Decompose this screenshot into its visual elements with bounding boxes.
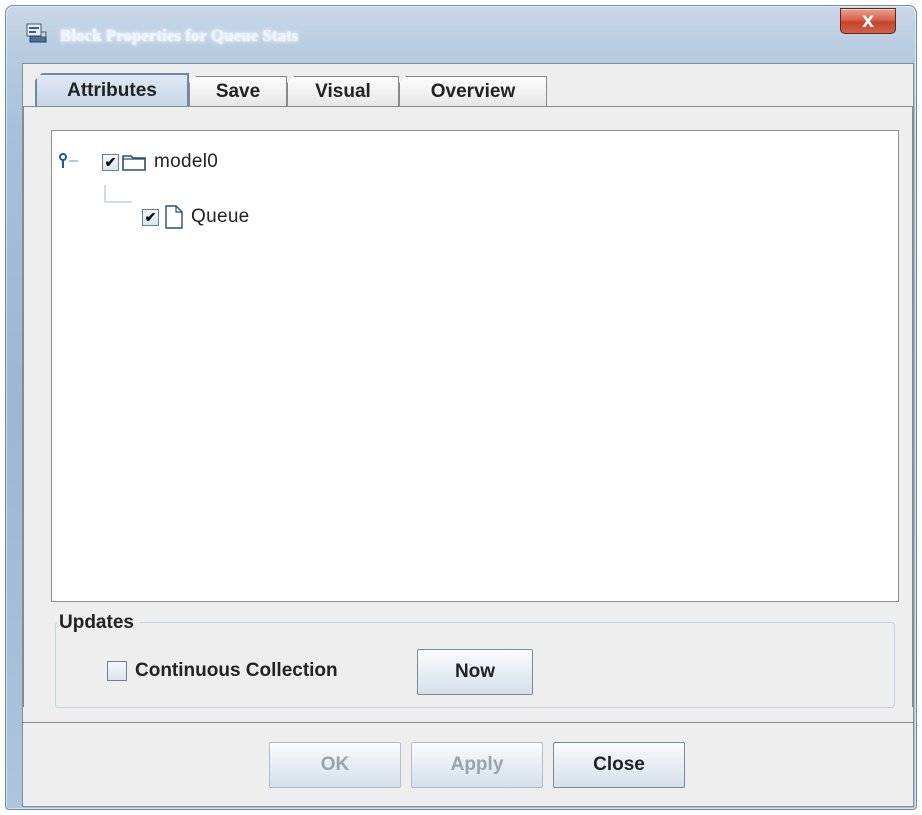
tree-connector: [104, 185, 132, 203]
file-icon: [165, 205, 183, 229]
tab-visual[interactable]: Visual: [287, 76, 399, 106]
model0-checkbox[interactable]: ✔: [102, 153, 119, 171]
tree-node-queue[interactable]: ✔ Queue: [142, 205, 250, 229]
checkmark-icon: ✔: [104, 154, 117, 170]
dialog-content: Attributes Save Visual Overview ✔ model0…: [22, 63, 914, 807]
model0-label: model0: [154, 151, 219, 172]
dialog-window: Block Properties for Queue Stats X Attri…: [5, 5, 917, 810]
tab-bar: Attributes Save Visual Overview: [23, 64, 913, 110]
tab-visual-label: Visual: [315, 80, 371, 102]
tab-save-label: Save: [215, 80, 261, 102]
app-icon: [26, 23, 47, 43]
checkmark-icon: ✔: [144, 209, 157, 225]
tab-attributes-label: Attributes: [67, 80, 157, 101]
footer-separator: [23, 722, 913, 723]
updates-group-title: Updates: [57, 612, 140, 634]
continuous-collection-label: Continuous Collection: [135, 660, 338, 681]
close-icon: X: [861, 11, 875, 31]
continuous-collection-option[interactable]: Continuous Collection: [107, 660, 338, 682]
close-button[interactable]: Close: [553, 742, 685, 788]
now-button-label: Now: [454, 661, 496, 682]
tree-node-model0[interactable]: ✔ model0: [102, 151, 218, 173]
apply-button[interactable]: Apply: [411, 742, 543, 788]
queue-label: Queue: [191, 206, 250, 227]
tab-attributes[interactable]: Attributes: [35, 73, 189, 107]
ok-button[interactable]: OK: [269, 742, 401, 788]
ok-button-label: OK: [320, 754, 350, 775]
apply-button-label: Apply: [450, 754, 504, 775]
tab-overview-label: Overview: [430, 80, 516, 102]
tab-overview[interactable]: Overview: [399, 76, 547, 106]
folder-icon: [122, 155, 146, 171]
close-button-label: Close: [593, 754, 645, 775]
window-close-button[interactable]: X: [840, 8, 896, 34]
window-title: Block Properties for Queue Stats: [60, 26, 299, 45]
tree-handle-icon[interactable]: [58, 153, 80, 171]
queue-checkbox[interactable]: ✔: [142, 208, 159, 226]
tab-save[interactable]: Save: [189, 76, 287, 106]
attribute-tree[interactable]: ✔ model0 ✔ Queue: [51, 130, 899, 602]
now-button[interactable]: Now: [417, 649, 533, 695]
continuous-collection-checkbox[interactable]: [107, 661, 127, 681]
